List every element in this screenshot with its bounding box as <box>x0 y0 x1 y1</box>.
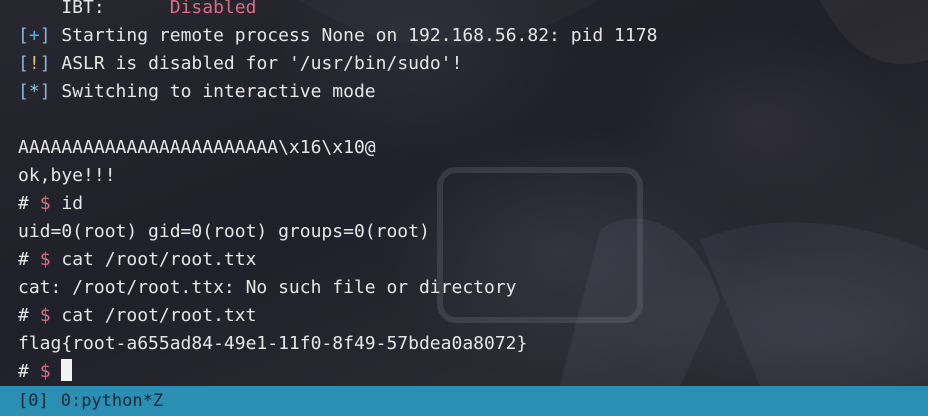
prompt-line-id: # $ id <box>18 190 918 218</box>
ibt-value: Disabled <box>169 0 257 18</box>
command-text: cat /root/root.ttx <box>61 249 257 270</box>
prompt-hash: # <box>18 361 29 382</box>
status-line-aslr: [!] ASLR is disabled for '/usr/bin/sudo'… <box>18 53 463 74</box>
prompt-dollar: $ <box>39 193 51 214</box>
plus-icon: + <box>28 25 40 46</box>
command-text: cat /root/root.txt <box>61 305 257 326</box>
text-cursor[interactable] <box>61 359 73 381</box>
prompt-hash: # <box>18 305 29 326</box>
interactive-text: Switching to interactive mode <box>61 81 376 102</box>
session-indicator[interactable]: [0] <box>18 391 49 411</box>
start-text: Starting remote process None on 192.168.… <box>61 25 658 46</box>
command-text: id <box>61 193 84 214</box>
terminal-output[interactable]: IBT: Disabled [+] Starting remote proces… <box>18 0 918 386</box>
terminal-window[interactable]: IBT: Disabled [+] Starting remote proces… <box>0 0 928 416</box>
ibt-label: IBT: <box>18 0 105 18</box>
flag-output-line: flag{root-a655ad84-49e1-11f0-8f49-57bdea… <box>18 333 528 354</box>
ibt-line: IBT: Disabled <box>18 0 918 22</box>
active-prompt-line[interactable]: # $ <box>18 358 918 386</box>
prompt-line-cat-txt: # $ cat /root/root.txt <box>18 302 918 330</box>
warning-icon: ! <box>28 53 40 74</box>
status-line-interactive: [*] Switching to interactive mode <box>18 81 376 102</box>
prompt-dollar: $ <box>39 361 51 382</box>
tmux-status-bar: [0] 0:python*Z <box>0 386 928 416</box>
output-line-id: uid=0(root) gid=0(root) groups=0(root) <box>18 221 430 242</box>
prompt-hash: # <box>18 193 29 214</box>
star-icon: * <box>28 81 40 102</box>
payload-line: AAAAAAAAAAAAAAAAAAAAAAAA\x16\x10@ <box>18 137 376 158</box>
prompt-dollar: $ <box>39 249 51 270</box>
prompt-line-cat-ttx: # $ cat /root/root.ttx <box>18 246 918 274</box>
prompt-hash: # <box>18 249 29 270</box>
aslr-text: ASLR is disabled for '/usr/bin/sudo'! <box>61 53 463 74</box>
output-line-cat-ttx: cat: /root/root.ttx: No such file or dir… <box>18 277 517 298</box>
prompt-dollar: $ <box>39 305 51 326</box>
bye-line: ok,bye!!! <box>18 165 116 186</box>
status-line-start: [+] Starting remote process None on 192.… <box>18 25 658 46</box>
window-tab-python[interactable]: 0:python*Z <box>61 391 163 411</box>
